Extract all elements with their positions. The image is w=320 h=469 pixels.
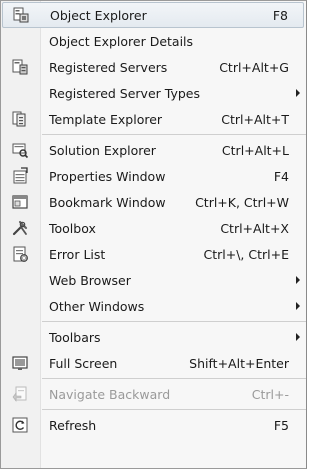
menu-item-registered-servers[interactable]: Registered Servers Ctrl+Alt+G [1, 54, 306, 80]
menu-separator [42, 321, 306, 322]
menu-item-label: Toolbars [49, 329, 101, 345]
menu-item-navigate-backward: Navigate Backward Ctrl+- [1, 381, 306, 407]
menu-item-label: Solution Explorer [49, 142, 156, 158]
menu-item-label: Properties Window [49, 168, 166, 184]
menu-item-web-browser[interactable]: Web Browser [1, 267, 306, 293]
menu-item-refresh[interactable]: Refresh F5 [1, 412, 306, 438]
menu-item-shortcut: Ctrl+Alt+X [220, 220, 289, 236]
menu-item-full-screen[interactable]: Full Screen Shift+Alt+Enter [1, 350, 306, 376]
solution-explorer-icon [11, 141, 29, 159]
bookmark-window-icon [11, 193, 29, 211]
menu-item-label: Error List [49, 246, 106, 262]
menu-item-shortcut: Ctrl+Alt+G [219, 59, 289, 75]
menu-item-label: Registered Server Types [49, 85, 200, 101]
toolbox-icon [11, 219, 29, 237]
menu-item-shortcut: F4 [273, 168, 289, 184]
registered-servers-icon [11, 58, 29, 76]
menu-item-label: Object Explorer [50, 7, 147, 23]
template-explorer-icon [11, 110, 29, 128]
view-menu: Object Explorer F8 Object Explorer Detai… [0, 0, 307, 469]
submenu-arrow-icon [296, 276, 300, 284]
properties-window-icon [11, 167, 29, 185]
menu-item-bookmark-window[interactable]: Bookmark Window Ctrl+K, Ctrl+W [1, 189, 306, 215]
menu-item-label: Toolbox [49, 220, 96, 236]
menu-item-label: Web Browser [49, 272, 131, 288]
submenu-arrow-icon [296, 333, 300, 341]
navigate-backward-icon [11, 385, 29, 403]
menu-item-shortcut: F8 [272, 7, 288, 23]
menu-item-shortcut: Ctrl+- [251, 386, 289, 402]
menu-item-shortcut: Shift+Alt+Enter [189, 355, 289, 371]
menu-item-shortcut: Ctrl+\, Ctrl+E [203, 246, 290, 262]
menu-item-other-windows[interactable]: Other Windows [1, 293, 306, 319]
refresh-icon [11, 416, 29, 434]
menu-separator [42, 409, 306, 410]
menu-separator [42, 134, 306, 135]
menu-item-label: Refresh [49, 417, 97, 433]
menu-item-properties-window[interactable]: Properties Window F4 [1, 163, 306, 189]
menu-item-label: Object Explorer Details [49, 33, 194, 49]
menu-item-label: Template Explorer [49, 111, 163, 127]
submenu-arrow-icon [296, 302, 300, 310]
menu-item-registered-server-types[interactable]: Registered Server Types [1, 80, 306, 106]
menu-item-shortcut: F5 [273, 417, 289, 433]
menu-item-object-explorer[interactable]: Object Explorer F8 [2, 2, 304, 28]
menu-item-label: Other Windows [49, 298, 145, 314]
error-list-icon [11, 245, 29, 263]
menu-item-toolbars[interactable]: Toolbars [1, 324, 306, 350]
menu-item-label: Full Screen [49, 355, 118, 371]
menu-item-shortcut: Ctrl+Alt+T [221, 111, 289, 127]
menu-item-solution-explorer[interactable]: Solution Explorer Ctrl+Alt+L [1, 137, 306, 163]
menu-separator [42, 378, 306, 379]
full-screen-icon [11, 354, 29, 372]
menu-item-label: Navigate Backward [49, 386, 171, 402]
menu-item-template-explorer[interactable]: Template Explorer Ctrl+Alt+T [1, 106, 306, 132]
menu-item-label: Bookmark Window [49, 194, 166, 210]
object-explorer-icon [12, 6, 30, 24]
menu-item-error-list[interactable]: Error List Ctrl+\, Ctrl+E [1, 241, 306, 267]
menu-item-object-explorer-details[interactable]: Object Explorer Details [1, 28, 306, 54]
submenu-arrow-icon [296, 89, 300, 97]
menu-item-shortcut: Ctrl+K, Ctrl+W [195, 194, 289, 210]
menu-item-label: Registered Servers [49, 59, 168, 75]
menu-item-toolbox[interactable]: Toolbox Ctrl+Alt+X [1, 215, 306, 241]
menu-item-shortcut: Ctrl+Alt+L [221, 142, 289, 158]
